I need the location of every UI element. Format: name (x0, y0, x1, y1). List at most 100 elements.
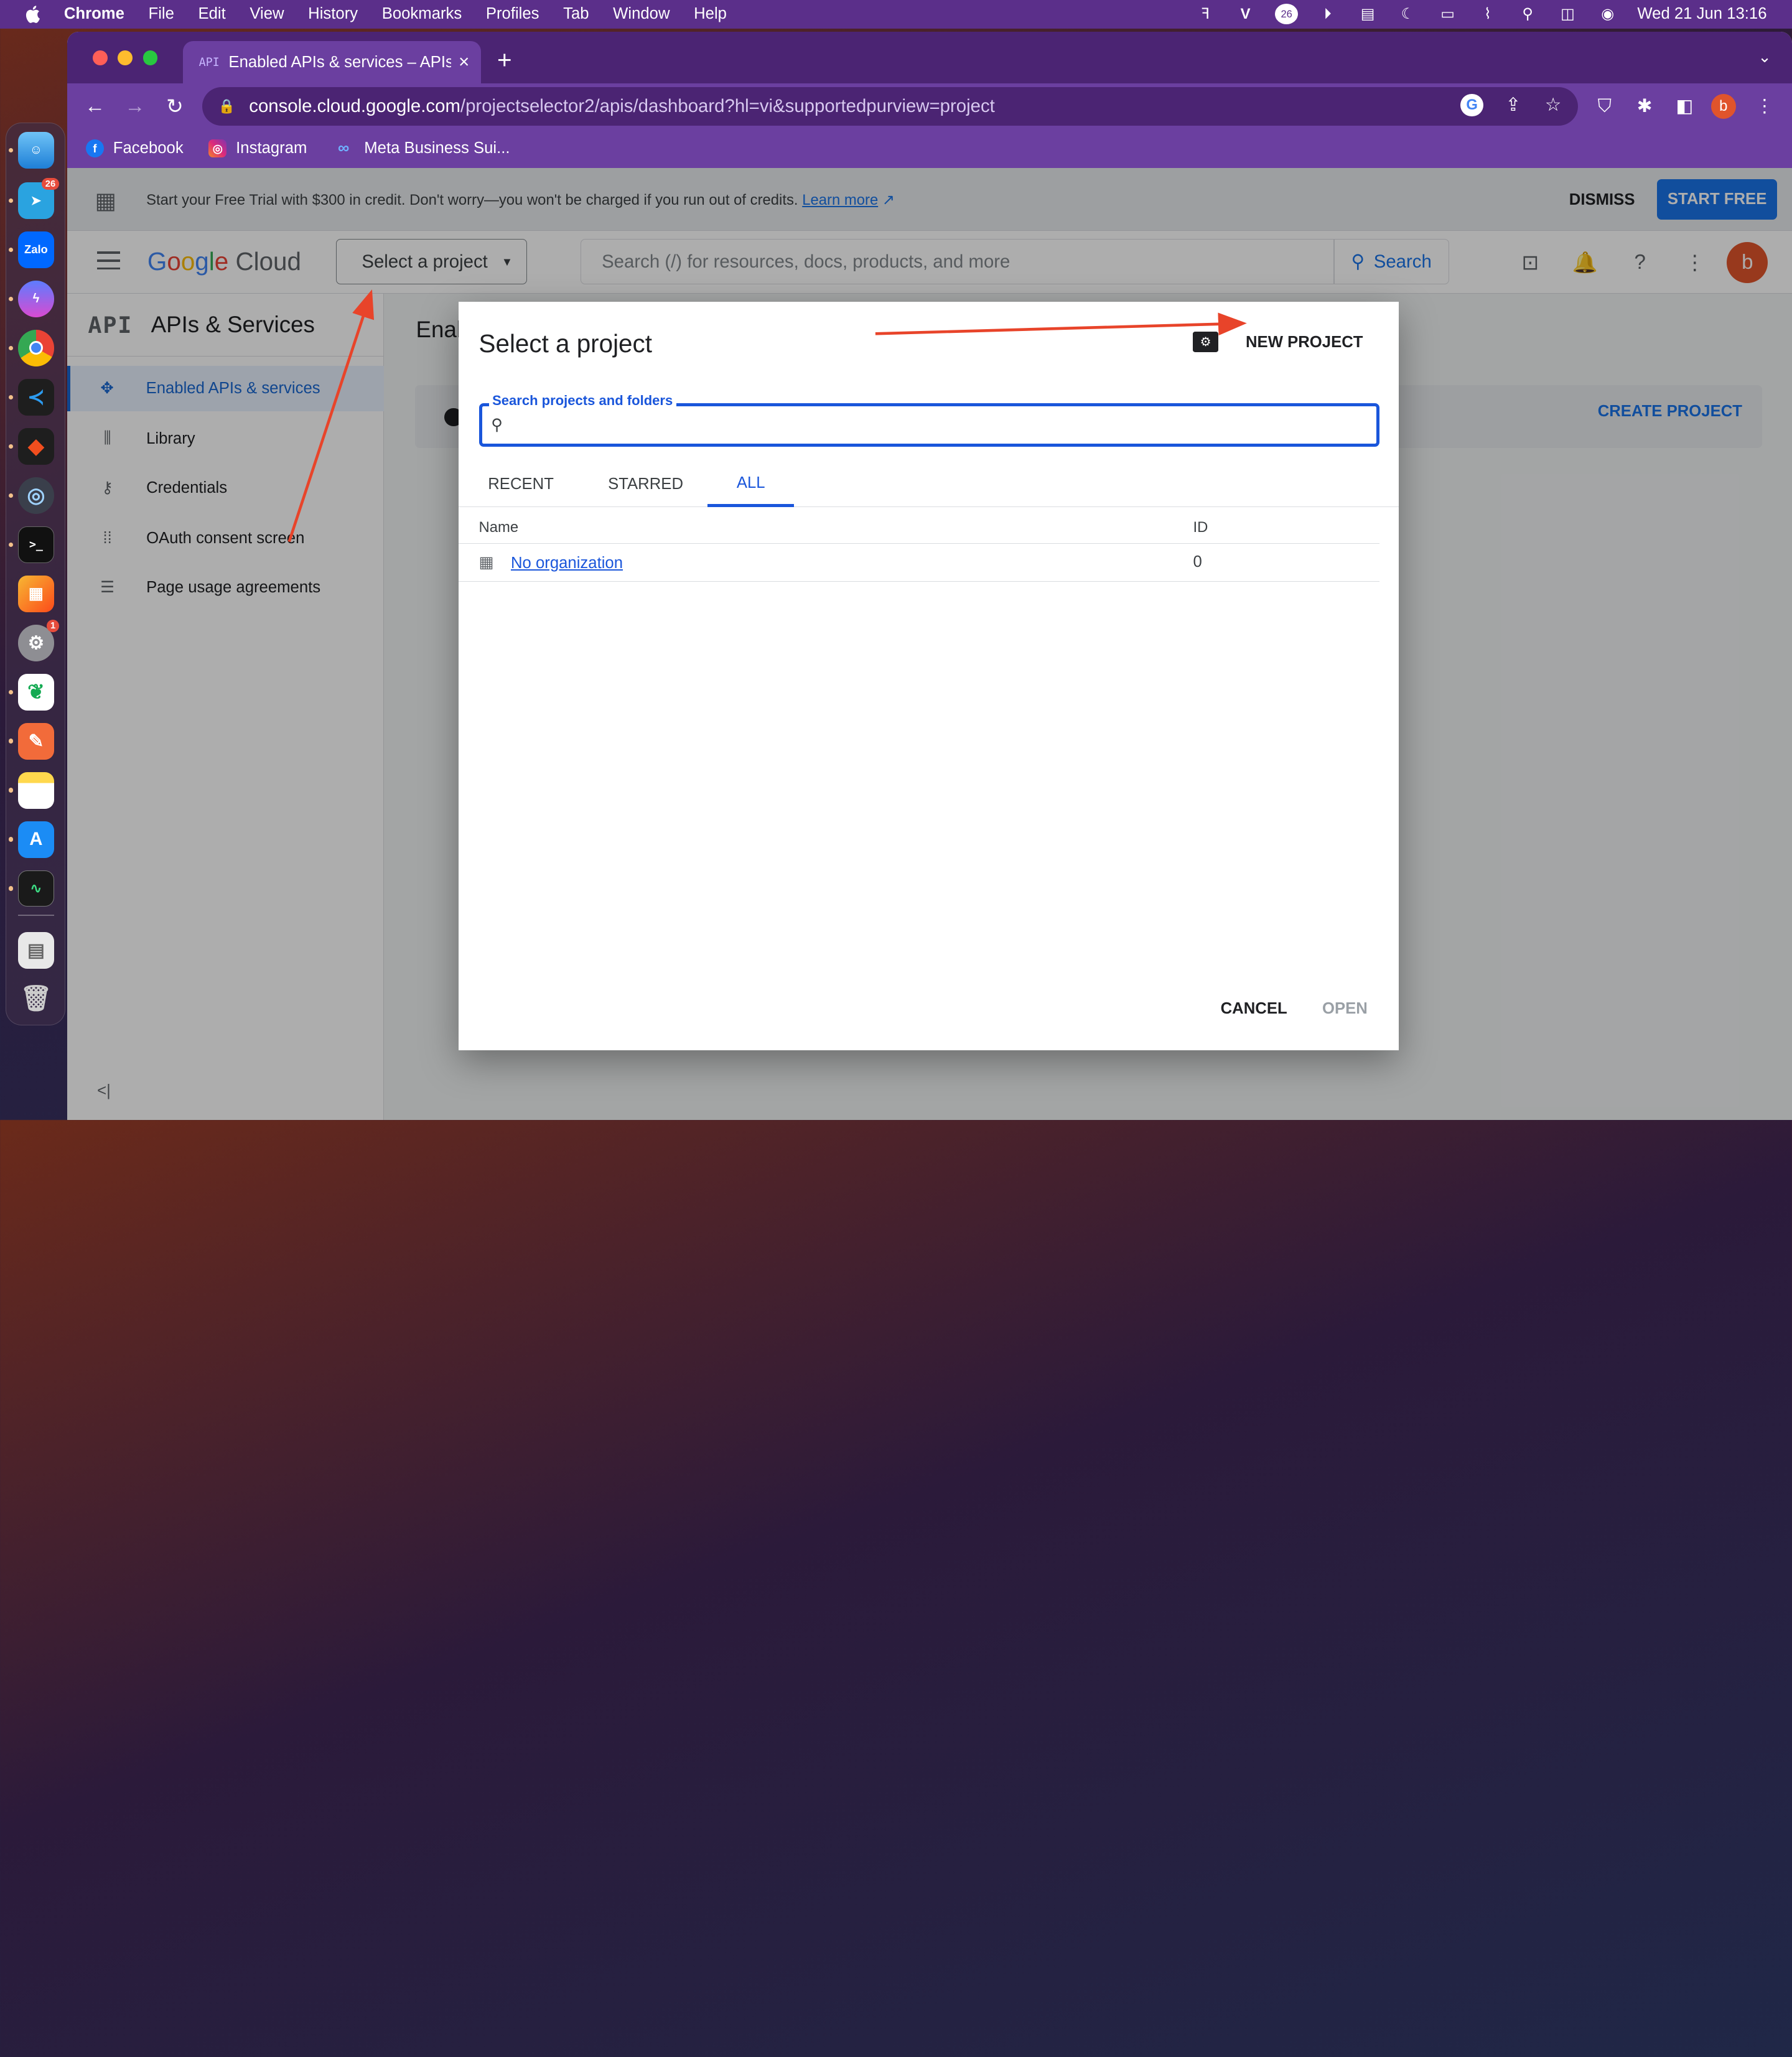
control-center-icon[interactable]: ◫ (1557, 5, 1578, 23)
menubar-clock[interactable]: Wed 21 Jun 13:16 (1637, 5, 1766, 23)
media-play-icon[interactable]: ⏵ (1317, 5, 1338, 23)
menu-edit[interactable]: Edit (198, 5, 225, 23)
side-panel-icon[interactable]: ◧ (1672, 94, 1697, 119)
menu-help[interactable]: Help (694, 5, 727, 23)
share-icon[interactable]: ⇪ (1501, 93, 1526, 118)
bookmark-facebook[interactable]: f Facebook (85, 139, 184, 158)
finder-icon[interactable]: ☺ (17, 132, 55, 169)
brave-shield-extension-icon[interactable]: ⛉ (1592, 94, 1617, 119)
dock-running-dot (8, 345, 14, 351)
chrome-menu-kebab-icon[interactable]: ⋮ (1752, 94, 1777, 119)
bookmark-meta-business[interactable]: ∞ Meta Business Sui... (332, 139, 510, 157)
lock-icon[interactable]: 🔒 (218, 98, 235, 114)
display-icon[interactable]: ▤ (1358, 5, 1378, 23)
table-row[interactable]: ▦ No organization 0 (458, 544, 1379, 582)
chrome-profile-avatar[interactable]: b (1710, 93, 1736, 119)
spotlight-search-icon[interactable]: ⚲ (1518, 5, 1538, 23)
menu-view[interactable]: View (250, 5, 284, 23)
reload-icon[interactable]: ↻ (161, 93, 189, 120)
terminal-icon[interactable]: >_ (17, 526, 55, 563)
dock-running-dot (8, 493, 14, 498)
dock-running-dot (8, 542, 14, 547)
system-settings-icon[interactable]: ⚙ 1 (17, 620, 59, 661)
menu-history[interactable]: History (308, 5, 358, 23)
activity-monitor-icon[interactable]: ∿ (17, 870, 55, 907)
close-window-button[interactable] (92, 50, 108, 65)
tab-recent[interactable]: RECENT (479, 462, 563, 507)
moon-icon[interactable]: ☾ (1398, 5, 1418, 23)
new-project-button[interactable]: NEW PROJECT (1246, 334, 1363, 352)
tab-search-chevron-icon[interactable]: ⌄ (1758, 48, 1771, 67)
mongodb-compass-icon[interactable]: ❦ (17, 673, 55, 711)
menu-bookmarks[interactable]: Bookmarks (382, 5, 462, 23)
column-name-header[interactable]: Name (479, 519, 519, 536)
forward-arrow-icon[interactable]: → (121, 93, 149, 120)
postman-icon[interactable]: ✎ (17, 722, 55, 760)
bookmark-instagram[interactable]: ◎ Instagram (208, 139, 307, 158)
apple-logo-icon[interactable] (23, 4, 44, 24)
extensions-puzzle-icon[interactable]: ✱ (1632, 94, 1657, 119)
settings-badge: 1 (47, 620, 59, 633)
maximize-window-button[interactable] (142, 50, 158, 65)
dock-running-dot (8, 886, 14, 891)
launchpad-icon[interactable]: ▦ (17, 575, 55, 612)
meta-icon: ∞ (338, 139, 350, 157)
menu-window[interactable]: Window (613, 5, 670, 23)
browser-toolbar: ← → ↻ 🔒 console.cloud.google.com/project… (67, 83, 1792, 129)
siri-icon[interactable]: ◉ (1597, 5, 1618, 23)
tab-starred[interactable]: STARRED (599, 462, 692, 507)
dock-running-dot (8, 444, 14, 449)
select-project-dialog: Select a project ⚙ NEW PROJECT Search pr… (458, 301, 1399, 1050)
browser-tab-active[interactable]: API Enabled APIs & services – APIs × (182, 41, 482, 84)
bookmark-instagram-label: Instagram (236, 139, 307, 157)
column-id-header[interactable]: ID (1193, 519, 1208, 536)
vscode-icon[interactable]: ≺ (17, 378, 55, 416)
dock-running-dot (8, 788, 14, 793)
minimize-window-button[interactable] (118, 50, 133, 65)
folder-settings-icon[interactable]: ⚙ (1193, 331, 1218, 352)
battery-icon[interactable]: ▭ (1437, 5, 1458, 23)
app-store-icon[interactable]: A (17, 821, 55, 858)
api-favicon-icon: API (198, 55, 220, 69)
address-bar[interactable]: 🔒 console.cloud.google.com/projectselect… (202, 86, 1579, 126)
back-arrow-icon[interactable]: ← (81, 93, 108, 120)
figma-icon[interactable]: ◆ (17, 427, 55, 465)
telegram-icon[interactable]: ➤ 26 (17, 177, 59, 219)
search-projects-label: Search projects and folders (488, 393, 676, 409)
search-icon: ⚲ (491, 416, 503, 434)
close-tab-icon[interactable]: × (451, 52, 476, 73)
quicktime-icon[interactable]: ◎ (17, 477, 55, 514)
chrome-window: API Enabled APIs & services – APIs × + ⌄… (67, 32, 1792, 1120)
dock-running-dot (8, 198, 14, 203)
status-app-icon[interactable]: ꟻ (1195, 5, 1216, 23)
chrome-icon[interactable] (17, 329, 55, 366)
menu-file[interactable]: File (149, 5, 174, 23)
messenger-icon[interactable]: ϟ (17, 280, 55, 317)
vpn-icon[interactable]: V (1235, 5, 1256, 23)
dock-running-dot (8, 247, 14, 253)
instagram-icon: ◎ (208, 139, 227, 158)
zalo-icon[interactable]: Zalo (17, 231, 55, 268)
search-projects-field[interactable]: Search projects and folders ⚲ (478, 393, 1379, 447)
open-button[interactable]: OPEN (1322, 1000, 1368, 1018)
bookmark-star-icon[interactable]: ☆ (1541, 93, 1566, 118)
notes-icon[interactable] (17, 772, 55, 809)
dock-running-dot (8, 837, 14, 842)
trash-icon[interactable]: 🗑 (18, 980, 55, 1017)
cancel-button[interactable]: CANCEL (1221, 1000, 1287, 1018)
organization-id: 0 (1193, 553, 1202, 571)
google-lens-icon[interactable]: G (1460, 93, 1483, 117)
menu-app-name[interactable]: Chrome (64, 5, 124, 23)
dock-running-dot (8, 394, 14, 399)
new-tab-button[interactable]: + (497, 45, 512, 75)
menu-profiles[interactable]: Profiles (486, 5, 539, 23)
organization-name-link[interactable]: No organization (511, 554, 623, 572)
macos-dock: ☺ ➤ 26 Zalo ϟ ≺ ◆ ◎ >_ ▦ ⚙ 1 ❦ ✎ A ∿ ▤ 🗑 (6, 122, 65, 1025)
documents-folder-icon[interactable]: ▤ (17, 931, 55, 969)
dialog-title: Select a project (478, 329, 652, 358)
menu-tab[interactable]: Tab (563, 5, 589, 23)
projects-table-header: Name ID (458, 510, 1379, 544)
tab-all[interactable]: ALL (707, 462, 795, 508)
wifi-off-icon[interactable]: ⌇ (1477, 5, 1498, 23)
notification-count-icon[interactable]: 26 (1275, 4, 1299, 25)
